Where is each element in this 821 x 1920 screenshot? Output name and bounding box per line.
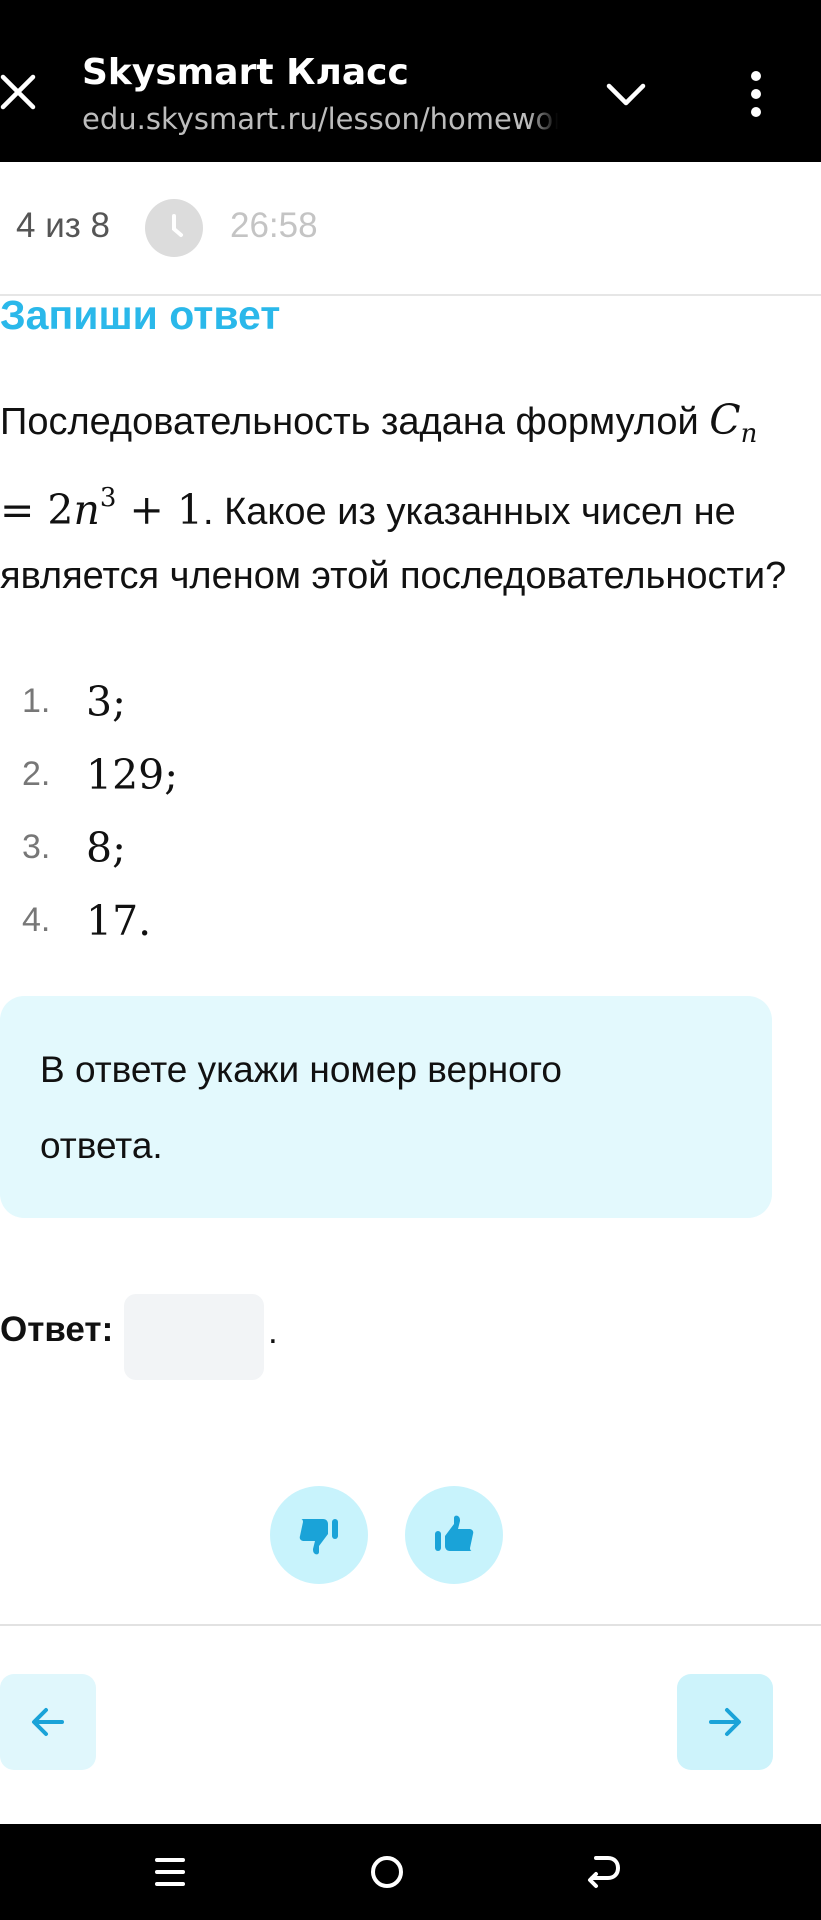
close-icon — [0, 74, 36, 110]
option-item: 3. 8; — [0, 818, 400, 891]
answer-input[interactable] — [124, 1294, 264, 1380]
browser-toolbar: Skysmart Класс edu.skysmart.ru/lesson/ho… — [0, 0, 821, 162]
previous-button[interactable] — [0, 1674, 96, 1770]
arrow-right-icon — [709, 1708, 741, 1736]
formula-base: C — [709, 396, 741, 444]
back-icon — [588, 1856, 620, 1888]
page-url[interactable]: edu.skysmart.ru/lesson/homework — [82, 102, 558, 136]
divider — [0, 1624, 821, 1626]
answer-label: Ответ: — [0, 1310, 114, 1349]
home-button[interactable] — [359, 1844, 415, 1900]
thumbs-up-icon — [435, 1515, 474, 1551]
question-text-start: Последовательность задана формулой — [0, 401, 699, 443]
option-value: 8; — [86, 824, 126, 872]
page-title: Skysmart Класс — [82, 52, 409, 93]
like-button[interactable] — [405, 1486, 503, 1584]
formula-subscript: n — [740, 419, 758, 449]
chevron-down-icon — [606, 83, 646, 106]
step-counter: 4 из 8 — [16, 206, 110, 245]
timer: 26:58 — [230, 206, 318, 245]
option-number: 1. — [22, 682, 51, 720]
more-options-button[interactable] — [740, 70, 772, 118]
option-item: 1. 3; — [0, 672, 400, 745]
close-button[interactable] — [0, 72, 36, 112]
clock-icon — [145, 199, 203, 257]
question-text: Последовательность задана формулой Cn = … — [0, 388, 800, 608]
thumbs-down-icon — [299, 1519, 338, 1555]
answer-suffix: . — [268, 1312, 278, 1351]
option-item: 4. 17. — [0, 891, 400, 964]
arrow-left-icon — [32, 1708, 64, 1736]
formula-variable: n — [73, 486, 100, 534]
task-heading: Запиши ответ — [0, 292, 281, 338]
option-value: 17. — [86, 897, 152, 945]
option-number: 4. — [22, 901, 51, 939]
progress-bar: 4 из 8 26:58 — [0, 162, 821, 296]
dislike-button[interactable] — [270, 1486, 368, 1584]
expand-button[interactable] — [604, 78, 648, 110]
home-icon — [371, 1856, 403, 1888]
formula-equals: = 2 — [0, 486, 74, 534]
recent-apps-icon — [155, 1858, 185, 1886]
back-button[interactable] — [576, 1844, 632, 1900]
option-value: 3; — [86, 678, 126, 726]
formula-power: 3 — [99, 483, 117, 513]
kebab-menu-icon — [751, 71, 761, 117]
option-number: 3. — [22, 828, 51, 866]
answer-options: 1. 3; 2. 129; 3. 8; 4. 17. — [0, 672, 400, 964]
recent-apps-button[interactable] — [142, 1844, 198, 1900]
option-number: 2. — [22, 755, 51, 793]
hint-box: В ответе укажи номер верного ответа. — [0, 996, 772, 1218]
next-button[interactable] — [677, 1674, 773, 1770]
option-item: 2. 129; — [0, 745, 400, 818]
system-navigation-bar — [0, 1824, 821, 1920]
hint-text: В ответе укажи номер верного ответа. — [40, 1049, 562, 1166]
option-value: 129; — [86, 751, 179, 799]
formula-tail: + 1 — [129, 486, 203, 534]
